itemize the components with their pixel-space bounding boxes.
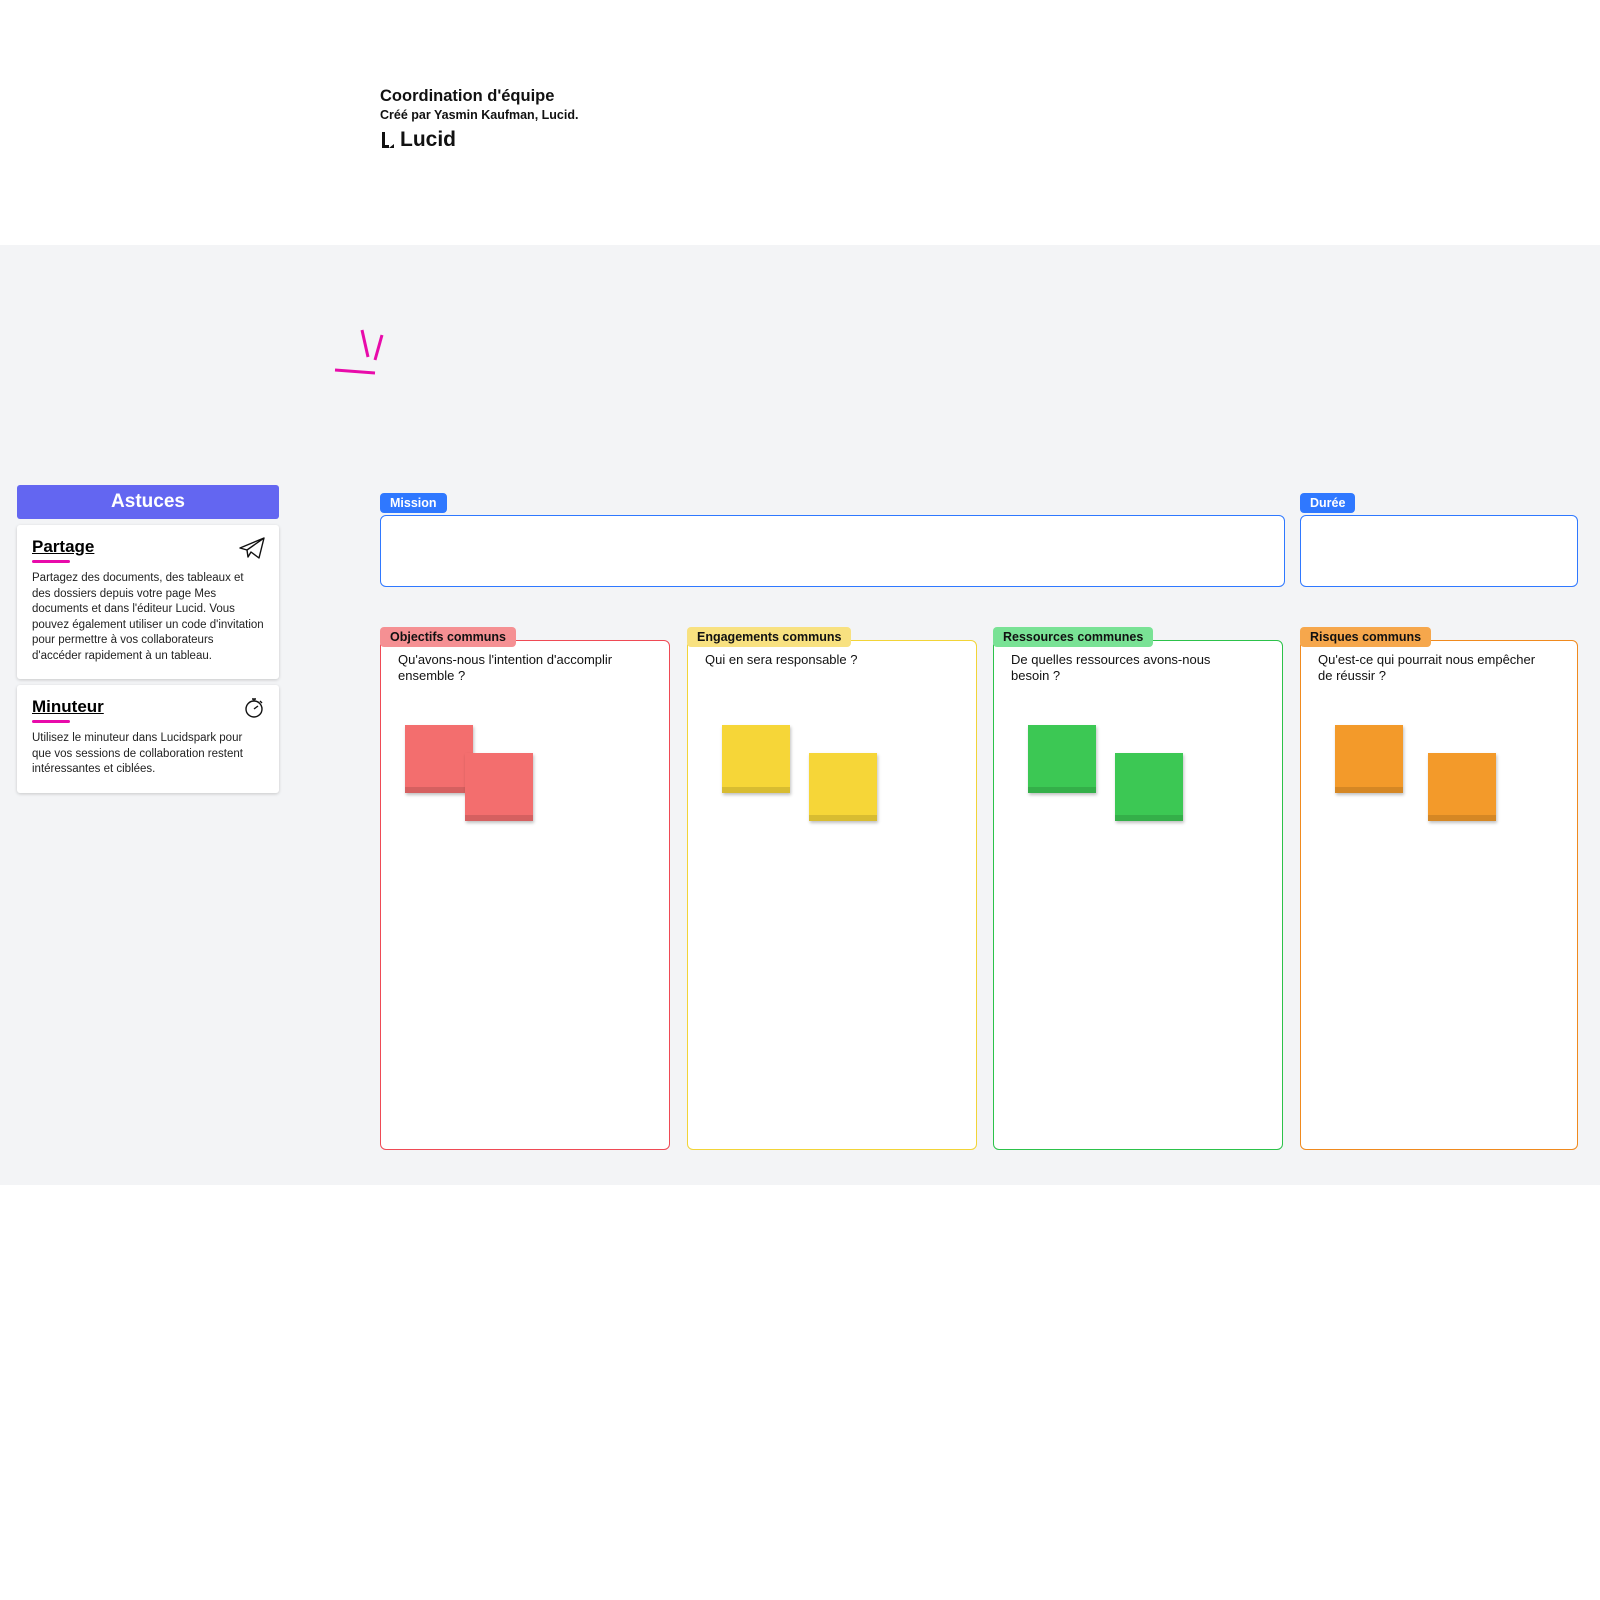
mission-tag: Mission	[380, 493, 447, 513]
column-prompt: Qu'avons-nous l'intention d'accomplir en…	[398, 652, 618, 685]
column-prompt: De quelles ressources avons-nous besoin …	[1011, 652, 1231, 685]
tip-card-timer: Minuteur Utilisez le minuteur dans Lucid…	[17, 685, 279, 793]
tip-accent	[32, 560, 70, 563]
sticky-note[interactable]	[809, 753, 877, 821]
template-subtitle: Créé par Yasmin Kaufman, Lucid.	[380, 108, 578, 122]
column-resources: Ressources communes De quelles ressource…	[993, 640, 1283, 1150]
template-header: Coordination d'équipe Créé par Yasmin Ka…	[380, 87, 578, 152]
column-box[interactable]	[993, 640, 1283, 1150]
tip-title: Partage	[32, 537, 264, 557]
lucid-logo: Lucid	[380, 128, 578, 152]
column-commitments: Engagements communs Qui en sera responsa…	[687, 640, 977, 1150]
column-box[interactable]	[380, 640, 670, 1150]
column-tag: Objectifs communs	[380, 627, 516, 647]
tip-accent	[32, 720, 70, 723]
accent-scribble	[330, 325, 400, 395]
lucid-logo-text: Lucid	[400, 128, 456, 152]
sticky-note[interactable]	[1428, 753, 1496, 821]
duration-tag: Durée	[1300, 493, 1355, 513]
template-title: Coordination d'équipe	[380, 87, 578, 106]
column-box[interactable]	[687, 640, 977, 1150]
sticky-note[interactable]	[1028, 725, 1096, 793]
sticky-note[interactable]	[405, 725, 473, 793]
sticky-note[interactable]	[1115, 753, 1183, 821]
tips-header: Astuces	[17, 485, 279, 519]
tip-body: Utilisez le minuteur dans Lucidspark pou…	[32, 731, 264, 778]
column-tag: Engagements communs	[687, 627, 851, 647]
tip-body: Partagez des documents, des tableaux et …	[32, 571, 264, 664]
column-prompt: Qui en sera responsable ?	[705, 652, 925, 668]
stopwatch-icon	[243, 697, 265, 719]
column-risks: Risques communs Qu'est-ce qui pourrait n…	[1300, 640, 1578, 1150]
tips-sidebar: Astuces Partage Partagez des documents, …	[17, 485, 279, 793]
column-objectives: Objectifs communs Qu'avons-nous l'intent…	[380, 640, 670, 1150]
lucid-logo-mark	[380, 130, 396, 150]
paper-plane-icon	[239, 537, 265, 559]
column-tag: Ressources communes	[993, 627, 1153, 647]
sticky-note[interactable]	[722, 725, 790, 793]
mission-field[interactable]	[380, 515, 1285, 587]
sticky-note[interactable]	[465, 753, 533, 821]
sticky-note[interactable]	[1335, 725, 1403, 793]
tip-title: Minuteur	[32, 697, 264, 717]
tip-card-share: Partage Partagez des documents, des tabl…	[17, 525, 279, 679]
column-box[interactable]	[1300, 640, 1578, 1150]
column-prompt: Qu'est-ce qui pourrait nous empêcher de …	[1318, 652, 1538, 685]
column-tag: Risques communs	[1300, 627, 1431, 647]
duration-field[interactable]	[1300, 515, 1578, 587]
